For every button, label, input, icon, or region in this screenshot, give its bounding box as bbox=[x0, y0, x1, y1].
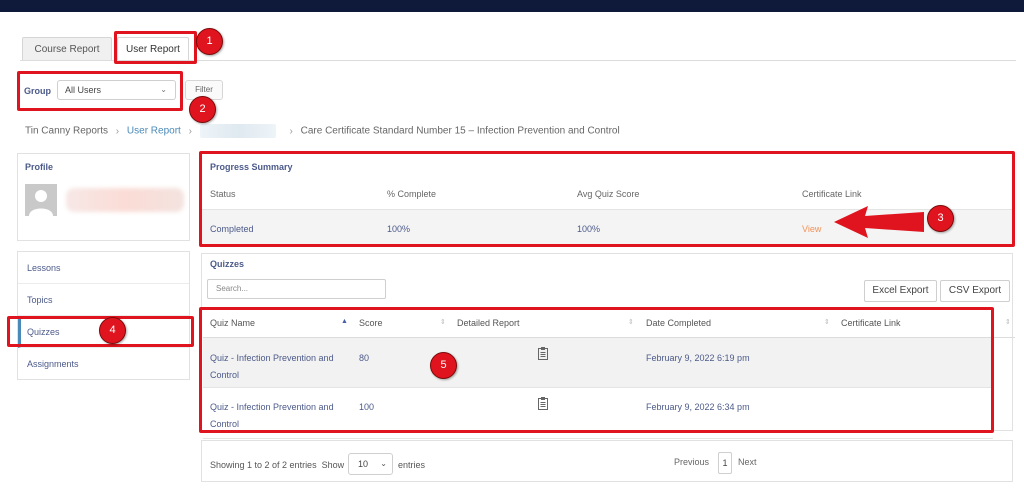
callout-badge-5: 5 bbox=[430, 352, 457, 379]
table-row: Quiz - Infection Prevention and Control 8… bbox=[203, 338, 993, 388]
sort-icon[interactable]: ▲ bbox=[341, 318, 348, 325]
breadcrumb-item-reports[interactable]: Tin Canny Reports bbox=[25, 126, 108, 137]
group-select[interactable]: All Users ⌄ bbox=[57, 80, 176, 100]
profile-title: Profile bbox=[25, 162, 54, 172]
column-quiz-name[interactable]: Quiz Name bbox=[210, 318, 255, 328]
clipboard-icon[interactable] bbox=[538, 397, 548, 410]
tab-divider bbox=[20, 60, 1016, 61]
quizzes-title: Quizzes bbox=[210, 259, 245, 269]
table-row: Quiz - Infection Prevention and Control 1… bbox=[203, 389, 993, 439]
chevron-down-icon: ⌄ bbox=[160, 85, 167, 94]
group-label: Group bbox=[24, 86, 51, 96]
next-page-button[interactable]: Next bbox=[738, 457, 757, 467]
summary-header-status: Status bbox=[210, 189, 236, 199]
entries-label: entries bbox=[398, 460, 426, 470]
previous-page-button[interactable]: Previous bbox=[674, 457, 709, 467]
sort-icon[interactable]: ⇕ bbox=[440, 318, 446, 326]
progress-summary-title: Progress Summary bbox=[210, 162, 293, 172]
summary-header-certificate: Certificate Link bbox=[802, 189, 862, 199]
sort-icon[interactable]: ⇕ bbox=[1005, 318, 1011, 326]
callout-badge-2: 2 bbox=[189, 96, 216, 123]
nav-item-assignments[interactable]: Assignments bbox=[18, 348, 189, 380]
breadcrumb-item-user-report[interactable]: User Report bbox=[127, 126, 181, 137]
column-score[interactable]: Score bbox=[359, 318, 383, 328]
clipboard-icon[interactable] bbox=[538, 347, 548, 360]
nav-item-lessons[interactable]: Lessons bbox=[18, 252, 189, 284]
summary-status: Completed bbox=[210, 224, 254, 234]
arrow-icon bbox=[834, 206, 924, 238]
column-certificate-link[interactable]: Certificate Link bbox=[841, 318, 901, 328]
breadcrumb-separator: › bbox=[289, 125, 293, 137]
callout-badge-1: 1 bbox=[196, 28, 223, 55]
top-bar bbox=[0, 0, 1024, 12]
summary-complete: 100% bbox=[387, 224, 411, 234]
tab-user-report[interactable]: User Report bbox=[117, 37, 189, 61]
summary-header-complete: % Complete bbox=[387, 189, 437, 199]
sort-icon[interactable]: ⇕ bbox=[628, 318, 634, 326]
quiz-date-completed: February 9, 2022 6:34 pm bbox=[646, 402, 750, 412]
quiz-search-input[interactable]: Search... bbox=[207, 279, 386, 299]
quiz-name-link[interactable]: Quiz - Infection Prevention and Control bbox=[210, 399, 334, 433]
breadcrumb-separator: › bbox=[115, 125, 120, 137]
tab-course-report[interactable]: Course Report bbox=[22, 37, 112, 61]
callout-badge-3: 3 bbox=[927, 205, 954, 232]
table-footer: Showing 1 to 2 of 2 entries Show 10 ⌄ en… bbox=[201, 440, 1013, 482]
avatar-icon bbox=[25, 184, 57, 216]
excel-export-button[interactable]: Excel Export bbox=[864, 280, 937, 302]
sort-icon[interactable]: ⇕ bbox=[824, 318, 830, 326]
page-length-value: 10 bbox=[358, 459, 369, 469]
quiz-score: 100 bbox=[359, 402, 375, 412]
callout-badge-4: 4 bbox=[99, 317, 126, 344]
column-detailed-report[interactable]: Detailed Report bbox=[457, 318, 520, 328]
page-button-1[interactable]: 1 bbox=[718, 452, 732, 474]
breadcrumb-separator: › bbox=[188, 125, 192, 137]
csv-export-button[interactable]: CSV Export bbox=[940, 280, 1010, 302]
certificate-view-link[interactable]: View bbox=[802, 224, 821, 234]
breadcrumb-current: Care Certificate Standard Number 15 – In… bbox=[300, 125, 620, 137]
breadcrumb: Tin Canny Reports › User Report › › Care… bbox=[25, 124, 620, 138]
showing-entries-info: Showing 1 to 2 of 2 entries Show bbox=[210, 460, 345, 470]
quiz-table-header: Quiz Name ▲ Score ⇕ Detailed Report ⇕ Da… bbox=[203, 310, 1015, 338]
chevron-down-icon: ⌄ bbox=[380, 459, 387, 468]
quiz-score: 80 bbox=[359, 353, 370, 363]
group-select-value: All Users bbox=[65, 85, 102, 95]
report-nav: Lessons Topics Quizzes Assignments bbox=[17, 251, 190, 380]
profile-name-redacted bbox=[66, 188, 184, 212]
breadcrumb-item-redacted[interactable] bbox=[199, 124, 276, 138]
profile-panel: Profile bbox=[17, 153, 190, 241]
page-length-select[interactable]: 10 ⌄ bbox=[348, 453, 393, 475]
quiz-date-completed: February 9, 2022 6:19 pm bbox=[646, 353, 750, 363]
nav-item-topics[interactable]: Topics bbox=[18, 284, 189, 316]
summary-header-avg-score: Avg Quiz Score bbox=[577, 189, 640, 199]
quiz-name-link[interactable]: Quiz - Infection Prevention and Control bbox=[210, 350, 334, 384]
column-date-completed[interactable]: Date Completed bbox=[646, 318, 711, 328]
summary-avg-score: 100% bbox=[577, 224, 601, 234]
